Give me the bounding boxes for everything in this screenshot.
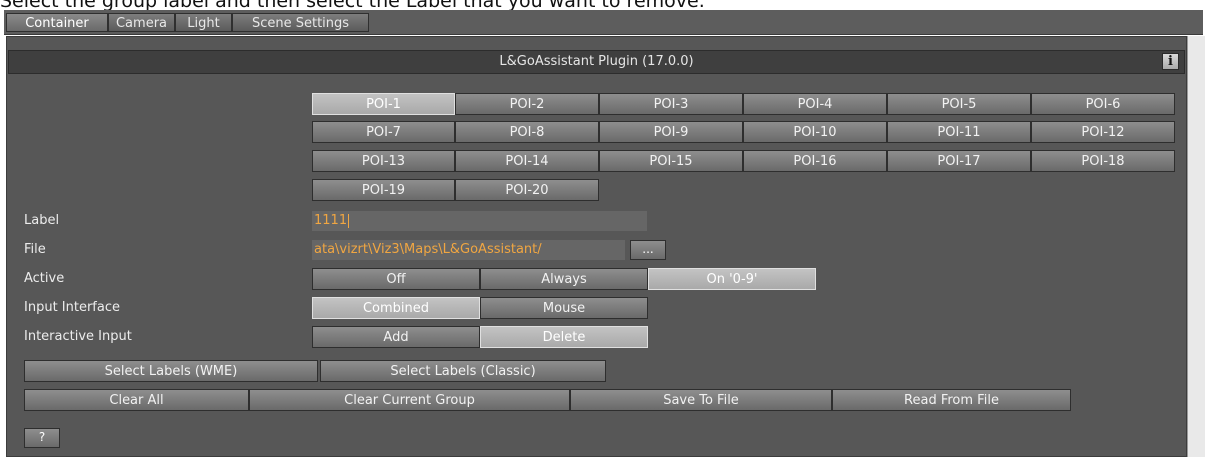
poi-button-8[interactable]: POI-8 [455,121,599,143]
clear-current-group-button[interactable]: Clear Current Group [249,389,570,411]
plugin-title: L&GoAssistant Plugin (17.0.0) [499,54,694,69]
poi-button-5[interactable]: POI-5 [887,93,1031,115]
tab-camera[interactable]: Camera [108,13,175,32]
scrollbar[interactable] [1187,36,1205,457]
poi-button-6[interactable]: POI-6 [1031,93,1175,115]
poi-button-9[interactable]: POI-9 [599,121,743,143]
active-always-button[interactable]: Always [480,268,648,290]
label-input[interactable]: 1111 [312,211,647,231]
poi-button-12[interactable]: POI-12 [1031,121,1175,143]
poi-button-15[interactable]: POI-15 [599,150,743,172]
poi-button-18[interactable]: POI-18 [1031,150,1175,172]
poi-button-4[interactable]: POI-4 [743,93,887,115]
poi-button-13[interactable]: POI-13 [312,150,455,172]
plugin-header: L&GoAssistant Plugin (17.0.0) i [8,50,1185,74]
help-button[interactable]: ? [24,428,60,448]
file-path-input[interactable]: ata\vizrt\Viz3\Maps\L&GoAssistant/ [312,240,625,260]
combined-button[interactable]: Combined [312,297,480,319]
poi-button-19[interactable]: POI-19 [312,179,455,201]
poi-button-17[interactable]: POI-17 [887,150,1031,172]
input-interface-caption: Input Interface [24,300,120,315]
tab-scene-settings[interactable]: Scene Settings [232,13,369,32]
info-icon[interactable]: i [1162,53,1179,70]
interactive-input-caption: Interactive Input [24,329,132,344]
poi-button-7[interactable]: POI-7 [312,121,455,143]
text-caret [348,213,350,228]
poi-button-16[interactable]: POI-16 [743,150,887,172]
active-off-button[interactable]: Off [312,268,480,290]
poi-button-1[interactable]: POI-1 [312,93,455,115]
select-labels-classic-button[interactable]: Select Labels (Classic) [320,360,606,382]
poi-button-20[interactable]: POI-20 [455,179,599,201]
tab-light[interactable]: Light [175,13,232,32]
poi-button-14[interactable]: POI-14 [455,150,599,172]
poi-button-11[interactable]: POI-11 [887,121,1031,143]
clear-all-button[interactable]: Clear All [24,389,249,411]
poi-button-10[interactable]: POI-10 [743,121,887,143]
delete-button[interactable]: Delete [480,326,648,348]
poi-button-2[interactable]: POI-2 [455,93,599,115]
read-from-file-button[interactable]: Read From File [832,389,1071,411]
label-caption: Label [24,213,60,228]
add-button[interactable]: Add [312,326,480,348]
active-on-0-9-button[interactable]: On '0-9' [648,268,816,290]
file-caption: File [24,242,46,257]
select-labels-wme-button[interactable]: Select Labels (WME) [24,360,318,382]
poi-button-3[interactable]: POI-3 [599,93,743,115]
label-value: 1111 [314,213,348,228]
mouse-button[interactable]: Mouse [480,297,648,319]
save-to-file-button[interactable]: Save To File [570,389,832,411]
tab-container[interactable]: Container [6,13,108,32]
tab-bar: Container Camera Light Scene Settings [4,10,1203,35]
active-caption: Active [24,271,65,286]
browse-button[interactable]: ... [630,240,666,260]
